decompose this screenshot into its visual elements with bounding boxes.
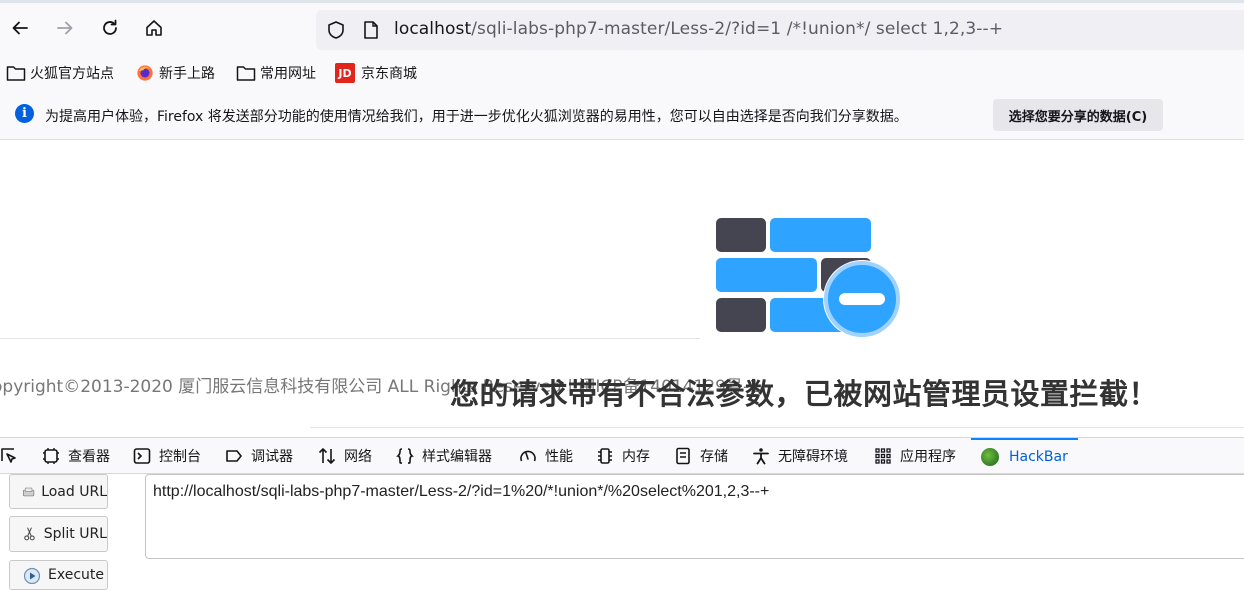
divider xyxy=(310,427,1244,428)
tab-console[interactable]: 控制台 xyxy=(133,438,201,474)
tab-label: 应用程序 xyxy=(900,449,956,465)
accessibility-icon xyxy=(753,448,769,465)
bookmark-firefox-official[interactable]: 火狐官方站点 xyxy=(6,62,114,84)
home-button[interactable] xyxy=(137,11,171,45)
jd-icon: JD xyxy=(335,63,355,83)
scissors-icon xyxy=(24,527,35,541)
tab-storage[interactable]: 存储 xyxy=(674,438,728,474)
firefox-icon xyxy=(137,65,153,81)
load-url-label: Load URL xyxy=(41,483,107,500)
tab-inspector[interactable]: 查看器 xyxy=(42,438,110,474)
execute-label: Execute xyxy=(48,567,104,583)
bookmark-label: 火狐官方站点 xyxy=(30,66,114,82)
tab-debugger[interactable]: 调试器 xyxy=(225,438,293,474)
console-icon xyxy=(133,448,151,464)
page-content: opyright©2013-2020 厦门服云信息科技有限公司 ALL Righ… xyxy=(0,141,1244,437)
memory-icon xyxy=(598,448,612,464)
reload-icon xyxy=(103,19,117,35)
tracking-shield-icon[interactable] xyxy=(326,20,346,40)
address-bar[interactable]: localhost/sqli-labs-php7-master/Less-2/?… xyxy=(316,10,1244,50)
info-icon: i xyxy=(15,104,34,123)
firewall-block-icon xyxy=(716,218,901,338)
tab-label: 网络 xyxy=(344,449,372,465)
debugger-icon xyxy=(226,450,242,462)
page-info-icon[interactable] xyxy=(362,20,380,40)
forward-button[interactable] xyxy=(48,11,82,45)
tab-hackbar[interactable]: HackBar xyxy=(971,438,1078,474)
storage-icon xyxy=(676,447,690,465)
tab-application[interactable]: 应用程序 xyxy=(874,438,956,474)
split-url-label: Split URL xyxy=(43,526,107,542)
hackbar-icon xyxy=(981,448,999,466)
divider xyxy=(0,338,700,339)
url-path: /sqli-labs-php7-master/Less-2/?id=1 /*!u… xyxy=(471,19,1004,39)
blocked-message: 您的请求带有不合法参数，已被网站管理员设置拦截！ xyxy=(450,377,1159,411)
bookmark-jd-mall[interactable]: JD 京东商城 xyxy=(335,62,417,84)
url-host: localhost xyxy=(394,19,472,39)
network-icon xyxy=(318,448,336,464)
bookmark-common-sites[interactable]: 常用网址 xyxy=(236,62,316,84)
choose-data-button[interactable]: 选择您要分享的数据(C) xyxy=(993,99,1163,131)
play-icon xyxy=(23,567,41,584)
tab-performance[interactable]: 性能 xyxy=(519,438,573,474)
style-editor-icon xyxy=(396,448,414,464)
application-icon xyxy=(875,448,891,464)
tab-label: HackBar xyxy=(1009,449,1068,465)
hackbar-url-textarea[interactable]: http://localhost/sqli-labs-php7-master/L… xyxy=(145,474,1244,559)
tab-label: 存储 xyxy=(700,449,728,465)
tab-label: 调试器 xyxy=(251,449,293,465)
tab-network[interactable]: 网络 xyxy=(318,438,372,474)
load-url-icon xyxy=(22,487,35,496)
element-picker-icon xyxy=(1,448,16,463)
back-icon xyxy=(12,21,28,35)
execute-button[interactable]: Execute xyxy=(9,560,108,590)
tab-label: 无障碍环境 xyxy=(778,449,848,465)
tab-label: 控制台 xyxy=(159,449,201,465)
url-text[interactable]: localhost/sqli-labs-php7-master/Less-2/?… xyxy=(394,19,1003,39)
bookmark-label: 常用网址 xyxy=(260,66,316,82)
tab-accessibility[interactable]: 无障碍环境 xyxy=(752,438,848,474)
tab-style-editor[interactable]: 样式编辑器 xyxy=(396,438,492,474)
devtools-toolbar: 查看器 控制台 调试器 网络 样式编辑器 性能 内存 存储 无障碍环境 应用程序… xyxy=(0,437,1244,474)
load-url-button[interactable]: Load URL xyxy=(9,474,108,509)
split-url-button[interactable]: Split URL xyxy=(9,516,108,552)
reload-button[interactable] xyxy=(93,11,127,45)
performance-icon xyxy=(520,450,536,462)
back-button[interactable] xyxy=(3,11,37,45)
hackbar-panel: Load URL Split URL Execute http://localh… xyxy=(0,474,1244,590)
folder-icon xyxy=(6,66,26,81)
home-icon xyxy=(146,20,162,36)
data-sharing-notification: i 为提高用户体验，Firefox 将发送部分功能的使用情况给我们，用于进一步优… xyxy=(0,90,1244,140)
bookmark-getting-started[interactable]: 新手上路 xyxy=(135,62,215,84)
tab-label: 查看器 xyxy=(68,449,110,465)
navigation-toolbar: localhost/sqli-labs-php7-master/Less-2/?… xyxy=(0,3,1244,56)
tab-label: 样式编辑器 xyxy=(422,449,492,465)
forward-icon xyxy=(57,21,73,35)
bookmarks-toolbar: 火狐官方站点 新手上路 常用网址 JD 京东商城 xyxy=(0,56,1244,90)
tab-label: 性能 xyxy=(545,449,573,465)
bookmark-label: 新手上路 xyxy=(159,66,215,82)
tab-memory[interactable]: 内存 xyxy=(596,438,650,474)
folder-icon xyxy=(236,66,256,81)
tab-label: 内存 xyxy=(622,449,650,465)
inspector-icon xyxy=(43,448,59,464)
bookmark-label: 京东商城 xyxy=(361,66,417,82)
notification-message: 为提高用户体验，Firefox 将发送部分功能的使用情况给我们，用于进一步优化火… xyxy=(45,109,908,125)
element-picker-button[interactable] xyxy=(0,438,26,474)
